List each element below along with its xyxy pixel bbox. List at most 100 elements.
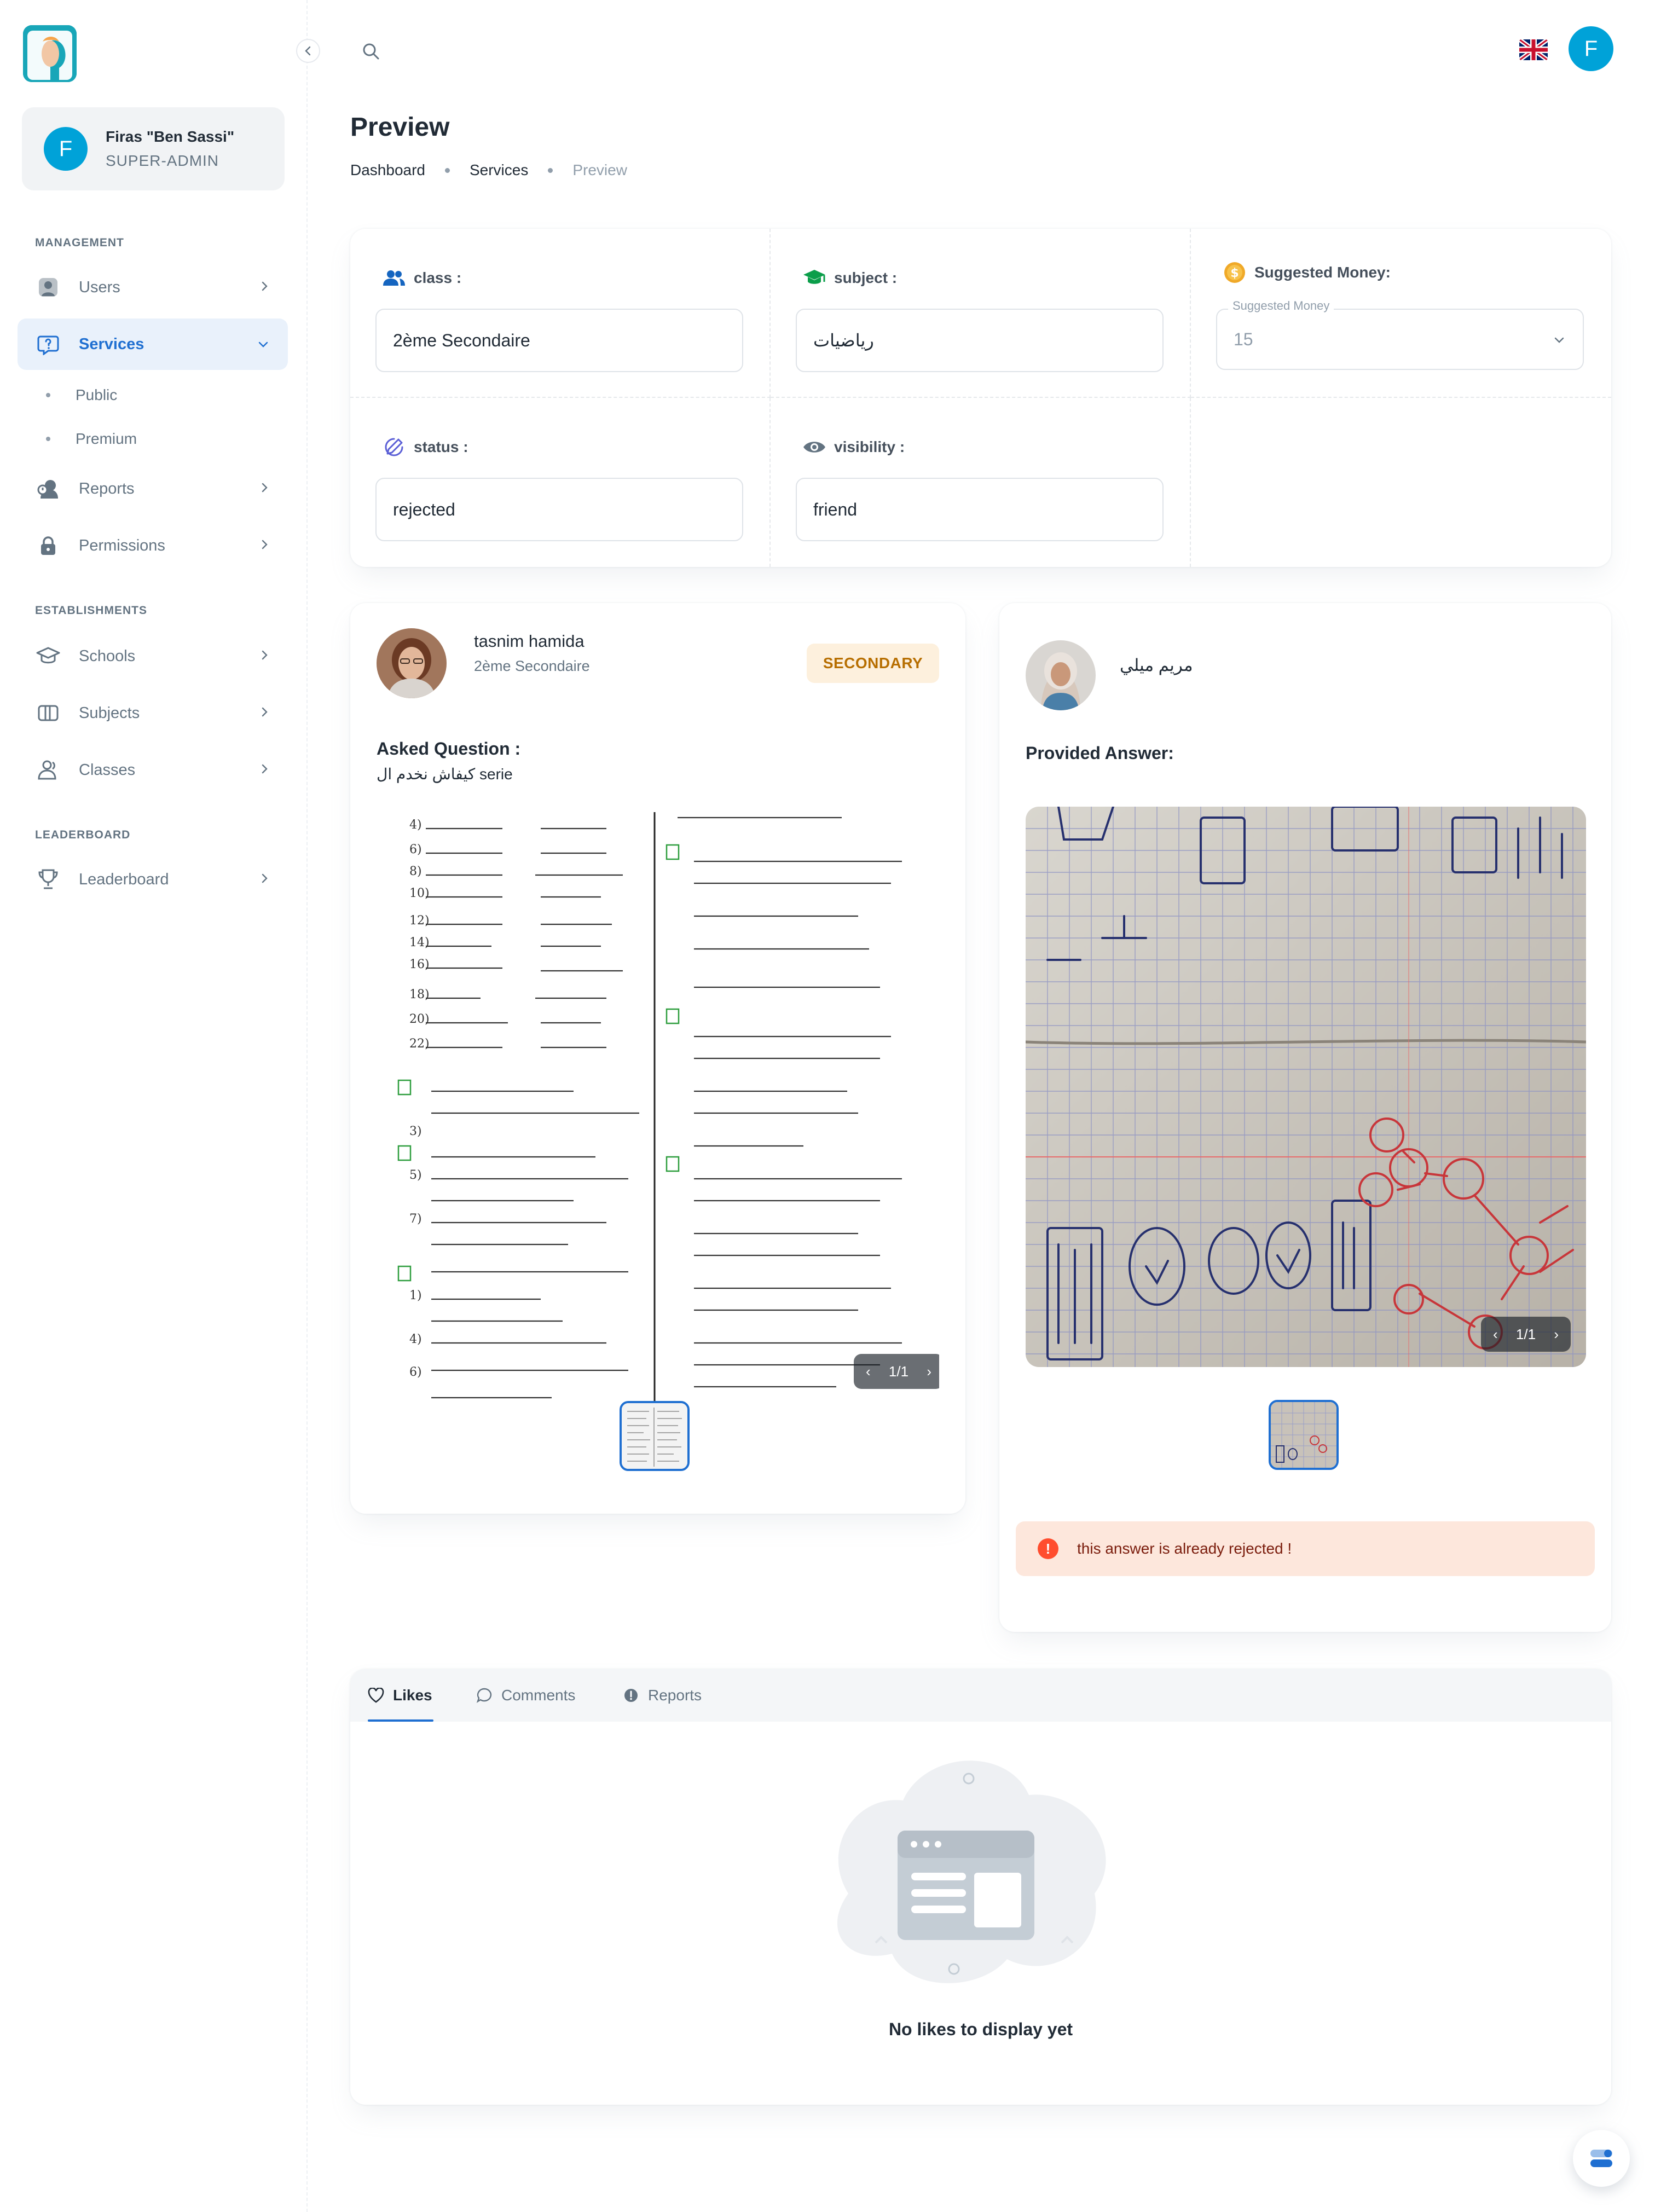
- level-badge: SECONDARY: [807, 644, 939, 683]
- answer-author-avatar[interactable]: [1026, 640, 1096, 710]
- svg-text:3): 3): [409, 1125, 422, 1138]
- error-icon: !: [1038, 1538, 1058, 1559]
- empty-state-illustration: [799, 1729, 1138, 2003]
- subject-label: subject :: [834, 269, 898, 286]
- nav-section-establishments: ESTABLISHMENTS: [35, 604, 147, 617]
- svg-text:6): 6): [409, 843, 422, 856]
- breadcrumb-current: Preview: [572, 161, 627, 178]
- svg-text:$: $: [1230, 267, 1239, 280]
- account-name: Firas "Ben Sassi": [106, 128, 235, 145]
- chevron-left-icon[interactable]: ‹: [866, 1363, 871, 1380]
- sidebar-item-schools[interactable]: Schools: [18, 630, 288, 682]
- svg-text:14): 14): [409, 936, 430, 949]
- suggested-money-value: 15: [1234, 329, 1253, 349]
- eye-icon: [802, 435, 826, 459]
- svg-text:6): 6): [409, 1365, 422, 1379]
- settings-toggle-button[interactable]: [1573, 2130, 1630, 2187]
- status-label: status :: [414, 438, 468, 455]
- class-field[interactable]: 2ème Secondaire: [375, 309, 743, 372]
- svg-text:16): 16): [409, 958, 430, 971]
- engagement-tabs-card: Likes Comments Reports No likes to displ…: [350, 1669, 1611, 2105]
- tab-label: Reports: [648, 1687, 702, 1704]
- sidebar-item-classes[interactable]: Classes: [18, 744, 288, 796]
- svg-text:10): 10): [409, 887, 430, 900]
- sidebar-item-services[interactable]: Services: [18, 319, 288, 370]
- visibility-field[interactable]: friend: [796, 478, 1164, 541]
- sidebar-item-reports[interactable]: Reports: [18, 463, 288, 514]
- handwritten-notebook-image: [1026, 807, 1586, 1367]
- svg-text:4): 4): [409, 1333, 422, 1346]
- sidebar-item-permissions[interactable]: Permissions: [18, 520, 288, 571]
- sidebar-item-label: Reports: [79, 479, 135, 497]
- sidebar-subitem-public[interactable]: Public: [34, 379, 117, 412]
- chevron-right-icon[interactable]: ›: [1554, 1326, 1559, 1343]
- question-image[interactable]: 4) 6) 8) 10) 12) 14) 16) 18) 20) 22) 3) 5) 7) 1) 4…: [377, 807, 939, 1431]
- page-title: Preview: [350, 113, 450, 142]
- tabs-bar: Likes Comments Reports: [350, 1669, 1611, 1722]
- chevron-down-icon: [1553, 331, 1565, 348]
- chevron-right-icon: [259, 536, 269, 555]
- users-group-icon: [36, 758, 60, 782]
- sidebar-item-leaderboard[interactable]: Leaderboard: [18, 854, 288, 905]
- subject-field[interactable]: رياضيات: [796, 309, 1164, 372]
- question-icon: [36, 332, 60, 356]
- sidebar-subitem-label: Premium: [76, 430, 137, 447]
- sidebar-item-label: Classes: [79, 761, 136, 779]
- breadcrumb-link-services[interactable]: Services: [470, 161, 528, 179]
- svg-text:12): 12): [409, 914, 430, 928]
- sidebar-item-users[interactable]: Users: [18, 262, 288, 313]
- uk-flag-icon[interactable]: [1519, 39, 1548, 60]
- class-label: class :: [414, 269, 462, 286]
- question-image-pager[interactable]: ‹ 1/1 ›: [854, 1354, 939, 1389]
- sidebar-item-label: Leaderboard: [79, 870, 169, 888]
- chevron-left-icon: [305, 46, 311, 56]
- answer-image[interactable]: ‹ 1/1 ›: [1026, 807, 1586, 1367]
- sidebar-item-label: Schools: [79, 647, 136, 665]
- question-author-level: 2ème Secondaire: [474, 658, 590, 674]
- header-avatar-button[interactable]: F: [1569, 26, 1613, 71]
- answer-image-thumbnail[interactable]: [1269, 1400, 1339, 1470]
- collapse-sidebar-button[interactable]: [296, 39, 320, 63]
- tab-likes[interactable]: Likes: [368, 1669, 432, 1722]
- heart-icon: [368, 1687, 384, 1704]
- svg-text:8): 8): [409, 865, 422, 878]
- math-exercise-sheet-image: 4) 6) 8) 10) 12) 14) 16) 18) 20) 22) 3) 5) 7) 1) 4…: [377, 807, 939, 1431]
- chevron-right-icon: [259, 761, 269, 779]
- chevron-right-icon: [259, 479, 269, 498]
- svg-text:22): 22): [409, 1037, 430, 1051]
- suggested-money-select[interactable]: 15: [1216, 309, 1584, 370]
- tab-label: Comments: [501, 1687, 576, 1704]
- money-label: Suggested Money:: [1254, 264, 1391, 281]
- answer-image-pager[interactable]: ‹ 1/1 ›: [1481, 1317, 1571, 1352]
- sidebar-subitem-premium[interactable]: Premium: [34, 422, 137, 455]
- visibility-cell: visibility : friend: [771, 398, 1191, 567]
- question-author-avatar[interactable]: [377, 628, 447, 698]
- search-icon: [363, 43, 379, 60]
- svg-text:4): 4): [409, 818, 422, 832]
- reports-icon: [36, 477, 60, 501]
- tab-reports[interactable]: Reports: [623, 1669, 702, 1722]
- breadcrumb-separator: [548, 167, 553, 173]
- visibility-title: visibility :: [802, 435, 905, 459]
- breadcrumb: Dashboard Services Preview: [350, 161, 627, 179]
- tab-comments[interactable]: Comments: [476, 1669, 575, 1722]
- breadcrumb-link-dashboard[interactable]: Dashboard: [350, 161, 425, 179]
- nav-section-leaderboard: LEADERBOARD: [35, 829, 131, 841]
- question-image-thumbnail[interactable]: [620, 1401, 690, 1471]
- coin-icon: $: [1223, 260, 1247, 285]
- chevron-down-icon: [257, 335, 269, 354]
- rejected-alert: ! this answer is already rejected !: [1016, 1521, 1595, 1576]
- app-logo[interactable]: [23, 25, 77, 82]
- rejected-alert-text: this answer is already rejected !: [1077, 1540, 1292, 1557]
- search-button[interactable]: [356, 36, 386, 67]
- status-field[interactable]: rejected: [375, 478, 743, 541]
- question-author-name: tasnim hamida: [474, 632, 585, 651]
- provided-answer-label: Provided Answer:: [1026, 743, 1174, 763]
- book-icon: [36, 701, 60, 725]
- chevron-left-icon[interactable]: ‹: [1493, 1326, 1498, 1343]
- sidebar-item-subjects[interactable]: Subjects: [18, 687, 288, 739]
- chevron-right-icon[interactable]: ›: [927, 1363, 931, 1380]
- trophy-icon: [36, 867, 60, 891]
- account-card[interactable]: F Firas "Ben Sassi" SUPER-ADMIN: [22, 107, 285, 190]
- sidebar-subitem-label: Public: [76, 386, 118, 403]
